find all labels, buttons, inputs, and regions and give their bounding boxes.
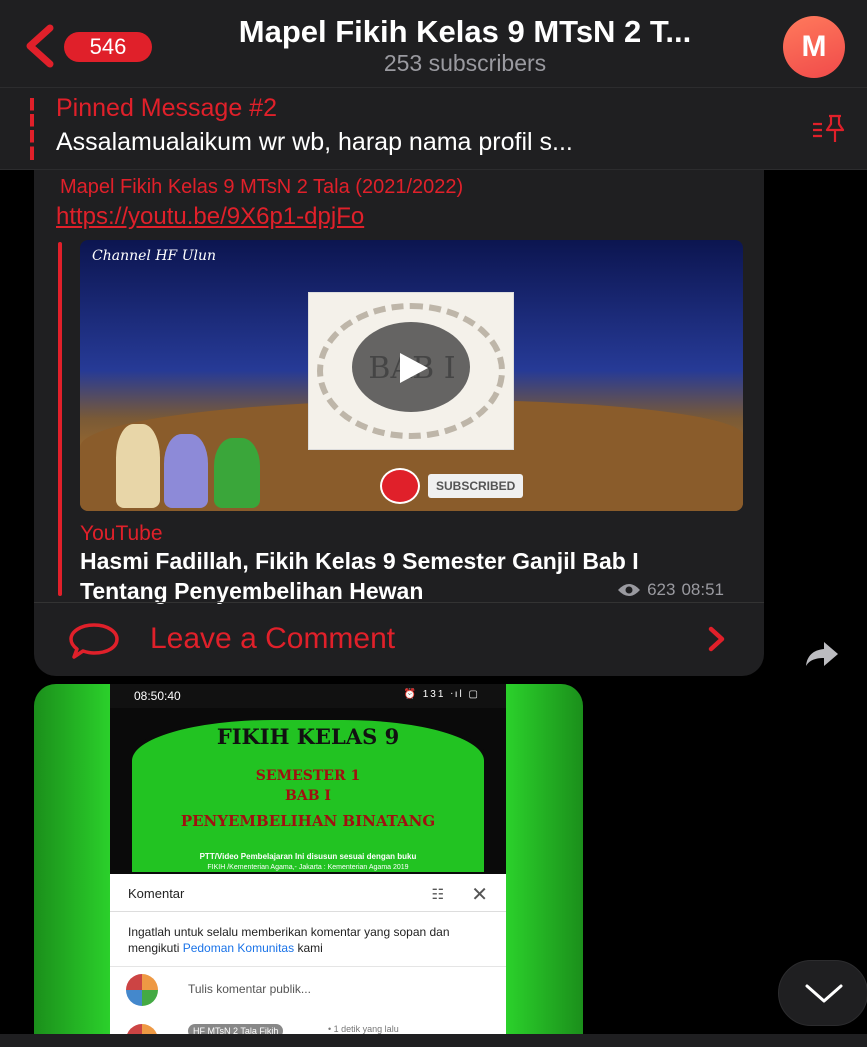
youtube-logo-icon — [380, 468, 420, 504]
photo-message[interactable]: 08:50:40 ⏰ 131 ᐧıl ▢ FIKIH KELAS 9 SEMES… — [34, 684, 583, 1034]
commenter-name: HF MTsN 2 Tala Fikih — [188, 1024, 284, 1034]
message-link[interactable]: https://youtu.be/9X6p1-dpjFo — [56, 203, 364, 231]
preview-accent-bar — [58, 242, 62, 596]
share-arrow-icon[interactable] — [804, 640, 840, 668]
subscribe-graphic: SUBSCRIBED — [380, 468, 540, 504]
eye-icon — [618, 584, 641, 596]
subscribe-label: SUBSCRIBED — [428, 474, 524, 498]
chevron-down-icon — [805, 984, 843, 1003]
message-author: Mapel Fikih Kelas 9 MTsN 2 Tala (2021/20… — [60, 176, 464, 198]
phone-status-bar: 08:50:40 ⏰ 131 ᐧıl ▢ — [110, 684, 506, 708]
slide-title: FIKIH KELAS 9 — [216, 724, 400, 749]
comment-separator — [110, 966, 506, 967]
avatar — [126, 974, 158, 1006]
comments-header: Komentar ☷ ✕ — [110, 874, 506, 912]
message-meta: 623 08:51 — [617, 580, 724, 600]
chevron-right-icon — [708, 626, 725, 652]
leave-comment-label: Leave a Comment — [150, 622, 396, 655]
cartoon-figures — [116, 418, 266, 508]
video-slide: FIKIH KELAS 9 SEMESTER 1 BAB I PENYEMBEL… — [110, 708, 506, 874]
comment-input-placeholder: Tulis komentar publik... — [188, 982, 311, 996]
play-icon — [400, 353, 428, 383]
pinned-message-bar[interactable]: Pinned Message #2 Assalamualaikum wr wb,… — [0, 88, 867, 170]
chevron-left-icon — [26, 24, 54, 68]
guideline-link: Pedoman Komunitas — [182, 941, 295, 955]
back-button[interactable] — [22, 24, 58, 68]
preview-site-name: YouTube — [80, 522, 163, 545]
play-button[interactable] — [352, 322, 470, 412]
link-preview[interactable]: Channel HF Ulun BAB I SUBSCRIBED YouTube… — [58, 240, 744, 604]
input-bar — [0, 1034, 867, 1047]
message-bubble: Mapel Fikih Kelas 9 MTsN 2 Tala (2021/20… — [34, 170, 764, 676]
message-time: 08:51 — [681, 580, 724, 599]
channel-avatar[interactable]: M — [783, 16, 845, 78]
phone-status-time: 08:50:40 — [134, 689, 181, 703]
slide-note-2: FIKIH /Kementerian Agama,- Jakarta : Kem… — [207, 864, 409, 871]
comment-divider — [34, 602, 764, 603]
pinned-text: Assalamualaikum wr wb, harap nama profil… — [56, 128, 573, 156]
slide-line-2: BAB I — [285, 788, 331, 804]
video-thumbnail[interactable]: Channel HF Ulun BAB I SUBSCRIBED — [80, 240, 743, 511]
view-count: 623 — [647, 580, 676, 599]
close-icon: ✕ — [471, 884, 488, 906]
comments-title: Komentar — [128, 886, 185, 901]
unread-count-badge[interactable]: 546 — [64, 32, 152, 62]
leave-comment-button[interactable]: Leave a Comment — [34, 604, 764, 676]
channel-watermark: Channel HF Ulun — [92, 248, 217, 264]
chat-header: 546 Mapel Fikih Kelas 9 MTsN 2 T... 253 … — [0, 0, 867, 88]
speech-bubble-icon — [69, 623, 119, 659]
sort-icon: ☷ — [431, 886, 444, 902]
comment-timestamp: • 1 detik yang lalu — [328, 1024, 399, 1034]
phone-screenshot: 08:50:40 ⏰ 131 ᐧıl ▢ FIKIH KELAS 9 SEMES… — [110, 684, 506, 1034]
channel-title[interactable]: Mapel Fikih Kelas 9 MTsN 2 T... — [170, 14, 760, 50]
pinned-title: Pinned Message #2 — [56, 94, 277, 122]
slide-note-1: PTT/Video Pembelajaran Ini disusun sesua… — [199, 852, 417, 861]
comment-guideline: Ingatlah untuk selalu memberikan komenta… — [128, 925, 450, 955]
scroll-to-bottom-button[interactable] — [778, 960, 867, 1026]
commenter-avatar — [126, 1024, 158, 1034]
subscriber-count: 253 subscribers — [383, 50, 547, 76]
phone-status-icons: ⏰ 131 ᐧıl ▢ — [403, 689, 480, 700]
pinned-indicator — [30, 98, 34, 160]
slide-line-3: PENYEMBELIHAN BINATANG — [180, 812, 436, 830]
slide-line-1: SEMESTER 1 — [255, 768, 361, 784]
pin-list-icon[interactable] — [811, 112, 845, 146]
